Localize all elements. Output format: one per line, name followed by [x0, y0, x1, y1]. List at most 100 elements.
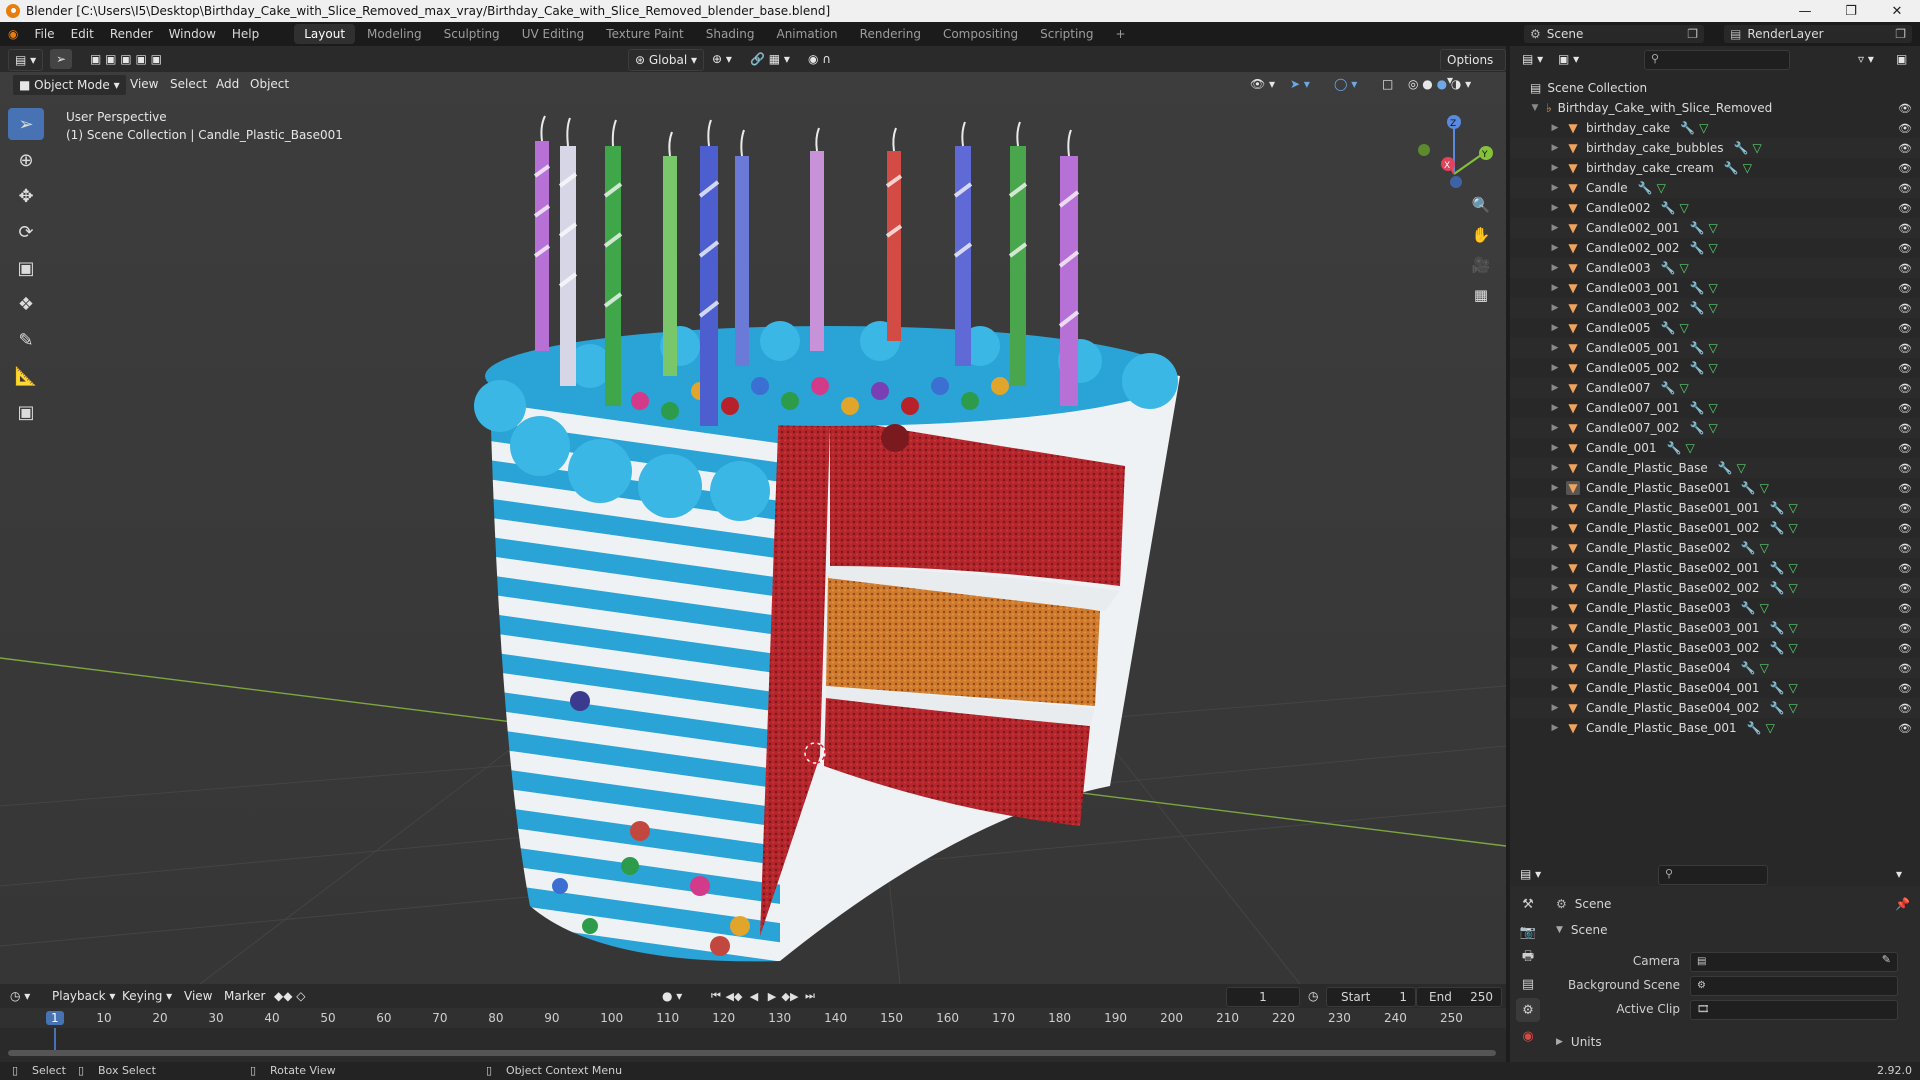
modifier-wrench-icon[interactable]: 🔧 — [1661, 201, 1676, 215]
mesh-data-icon[interactable]: ▽ — [1657, 181, 1666, 195]
mesh-data-icon[interactable]: ▽ — [1708, 341, 1717, 355]
modifier-wrench-icon[interactable]: 🔧 — [1770, 521, 1785, 535]
pivot-point-icon[interactable]: ⊕ ▾ — [712, 49, 732, 69]
overlay-toggle-icon[interactable]: ◯ ▾ — [1334, 74, 1357, 94]
keyframe-icons[interactable]: ◆◆ ◇ — [274, 986, 306, 1006]
auto-keying-icon[interactable]: ● ▾ — [662, 986, 682, 1006]
modifier-wrench-icon[interactable]: 🔧 — [1689, 401, 1704, 415]
new-scene-icon[interactable]: ❐ — [1687, 27, 1698, 41]
camera-field[interactable]: ▤ ✎ — [1690, 952, 1898, 972]
view-layer-properties-icon[interactable]: ▤ — [1516, 972, 1540, 996]
expand-arrow-icon[interactable]: ▶ — [1550, 383, 1560, 393]
timeline-menu-playback[interactable]: Playback ▾ — [52, 986, 115, 1006]
mesh-data-icon[interactable]: ▽ — [1699, 121, 1708, 135]
mesh-data-icon[interactable]: ▽ — [1680, 381, 1689, 395]
outliner-item[interactable]: ▶ ▼ Candle_Plastic_Base001_002 🔧 ▽ 👁 — [1510, 518, 1920, 538]
modifier-wrench-icon[interactable]: 🔧 — [1689, 221, 1704, 235]
selection-mode-buttons[interactable]: ▣ ▣ ▣ ▣ ▣ — [90, 49, 162, 69]
xray-icon[interactable]: □ — [1382, 74, 1393, 94]
expand-arrow-icon[interactable]: ▶ — [1550, 463, 1560, 473]
current-frame-field[interactable]: 1 — [1226, 987, 1300, 1007]
expand-arrow-icon[interactable]: ▶ — [1550, 643, 1560, 653]
mesh-data-icon[interactable]: ▽ — [1760, 481, 1769, 495]
outliner-item[interactable]: ▶ ▼ Candle003_001 🔧 ▽ 👁 — [1510, 278, 1920, 298]
outliner-item[interactable]: ▶ ▼ Candle007 🔧 ▽ 👁 — [1510, 378, 1920, 398]
mesh-data-icon[interactable]: ▽ — [1708, 281, 1717, 295]
outliner-item[interactable]: ▶ ▼ Candle_Plastic_Base001 🔧 ▽ 👁 — [1510, 478, 1920, 498]
viewport-menu-object[interactable]: Object — [250, 74, 289, 94]
expand-arrow-icon[interactable]: ▶ — [1550, 543, 1560, 553]
shading-modes[interactable]: ◎ ● ● ◑ ▾ — [1408, 74, 1471, 94]
units-panel-header[interactable]: ▶ Units — [1550, 1032, 1910, 1052]
expand-arrow-icon[interactable]: ▶ — [1550, 443, 1560, 453]
mesh-data-icon[interactable]: ▽ — [1788, 561, 1797, 575]
new-layer-icon[interactable]: ❐ — [1895, 27, 1906, 41]
outliner-item[interactable]: ▶ ▼ Candle005_002 🔧 ▽ 👁 — [1510, 358, 1920, 378]
playhead-line[interactable] — [54, 1028, 56, 1052]
eye-icon[interactable]: 👁 — [1898, 142, 1912, 155]
eye-icon[interactable]: 👁 — [1898, 362, 1912, 375]
outliner-item[interactable]: ▶ ▼ Candle_Plastic_Base002_001 🔧 ▽ 👁 — [1510, 558, 1920, 578]
viewport-menu-select[interactable]: Select — [170, 74, 207, 94]
outliner-item[interactable]: ▶ ▼ Candle002 🔧 ▽ 👁 — [1510, 198, 1920, 218]
modifier-wrench-icon[interactable]: 🔧 — [1689, 301, 1704, 315]
expand-arrow-icon[interactable]: ▶ — [1550, 603, 1560, 613]
measure-tool-icon[interactable]: 📐 — [8, 360, 44, 392]
outliner-item[interactable]: ▶ ▼ Candle_Plastic_Base003_001 🔧 ▽ 👁 — [1510, 618, 1920, 638]
mesh-data-icon[interactable]: ▽ — [1788, 641, 1797, 655]
new-collection-icon[interactable]: ▣ — [1896, 49, 1907, 69]
eye-icon[interactable]: 👁 — [1898, 342, 1912, 355]
mesh-data-icon[interactable]: ▽ — [1737, 461, 1746, 475]
modifier-wrench-icon[interactable]: 🔧 — [1770, 501, 1785, 515]
outliner-item[interactable]: ▶ ▼ Candle 🔧 ▽ 👁 — [1510, 178, 1920, 198]
play-icon[interactable]: ▶ — [764, 988, 780, 1004]
expand-arrow-icon[interactable]: ▶ — [1550, 163, 1560, 173]
pan-hand-icon[interactable]: ✋ — [1468, 222, 1494, 248]
modifier-wrench-icon[interactable]: 🔧 — [1661, 321, 1676, 335]
outliner-item[interactable]: ▶ ▼ birthday_cake_cream 🔧 ▽ 👁 — [1510, 158, 1920, 178]
outliner-item[interactable]: ▶ ▼ Candle_Plastic_Base002_002 🔧 ▽ 👁 — [1510, 578, 1920, 598]
modifier-wrench-icon[interactable]: 🔧 — [1770, 561, 1785, 575]
mesh-data-icon[interactable]: ▽ — [1708, 401, 1717, 415]
scale-tool-icon[interactable]: ▣ — [8, 252, 44, 284]
eye-icon[interactable]: 👁 — [1898, 542, 1912, 555]
expand-arrow-icon[interactable]: ▶ — [1550, 723, 1560, 733]
outliner-item[interactable]: ▶ ▼ Candle_Plastic_Base004_001 🔧 ▽ 👁 — [1510, 678, 1920, 698]
close-icon[interactable]: ✕ — [1874, 0, 1920, 22]
mesh-data-icon[interactable]: ▽ — [1788, 521, 1797, 535]
modifier-wrench-icon[interactable]: 🔧 — [1689, 421, 1704, 435]
collapse-arrow-icon[interactable]: ▼ — [1530, 103, 1540, 113]
mesh-data-icon[interactable]: ▽ — [1760, 541, 1769, 555]
eye-icon[interactable]: 👁 — [1898, 162, 1912, 175]
outliner-item[interactable]: ▶ ▼ Candle_Plastic_Base_001 🔧 ▽ 👁 — [1510, 718, 1920, 738]
outliner-item[interactable]: ▶ ▼ Candle005 🔧 ▽ 👁 — [1510, 318, 1920, 338]
modifier-wrench-icon[interactable]: 🔧 — [1741, 481, 1756, 495]
jump-prev-keyframe-icon[interactable]: ◀◆ — [726, 988, 743, 1004]
mesh-data-icon[interactable]: ▽ — [1743, 161, 1752, 175]
end-frame-field[interactable]: End 250 — [1416, 987, 1502, 1007]
eye-icon[interactable]: 👁 — [1898, 242, 1912, 255]
scene-properties-icon[interactable]: ⚙ — [1516, 998, 1540, 1022]
modifier-wrench-icon[interactable]: 🔧 — [1638, 181, 1653, 195]
properties-options-icon[interactable]: ▾ — [1896, 864, 1902, 884]
view-layer-selector[interactable]: ▤ RenderLayer ❐ — [1724, 25, 1912, 43]
timeline-scrollbar[interactable] — [8, 1050, 1496, 1056]
mesh-data-icon[interactable]: ▽ — [1708, 301, 1717, 315]
tab-shading[interactable]: Shading — [696, 24, 765, 44]
expand-arrow-icon[interactable]: ▶ — [1550, 203, 1560, 213]
expand-arrow-icon[interactable]: ▶ — [1550, 263, 1560, 273]
expand-arrow-icon[interactable]: ▶ — [1550, 423, 1560, 433]
timeline-editor-type-icon[interactable]: ◷ ▾ — [10, 986, 30, 1006]
mesh-data-icon[interactable]: ▽ — [1760, 601, 1769, 615]
blender-menu-icon[interactable]: ◉ — [0, 22, 26, 46]
modifier-wrench-icon[interactable]: 🔧 — [1689, 341, 1704, 355]
modifier-wrench-icon[interactable]: 🔧 — [1724, 161, 1739, 175]
menu-file[interactable]: File — [26, 22, 62, 46]
properties-editor-type-icon[interactable]: ▤ ▾ — [1520, 864, 1541, 884]
menu-help[interactable]: Help — [224, 22, 267, 46]
outliner-item[interactable]: ▶ ▼ Candle002_001 🔧 ▽ 👁 — [1510, 218, 1920, 238]
outliner-item[interactable]: ▶ ▼ Candle007_001 🔧 ▽ 👁 — [1510, 398, 1920, 418]
eye-icon[interactable]: 👁 — [1898, 642, 1912, 655]
modifier-wrench-icon[interactable]: 🔧 — [1770, 681, 1785, 695]
tab-rendering[interactable]: Rendering — [850, 24, 931, 44]
